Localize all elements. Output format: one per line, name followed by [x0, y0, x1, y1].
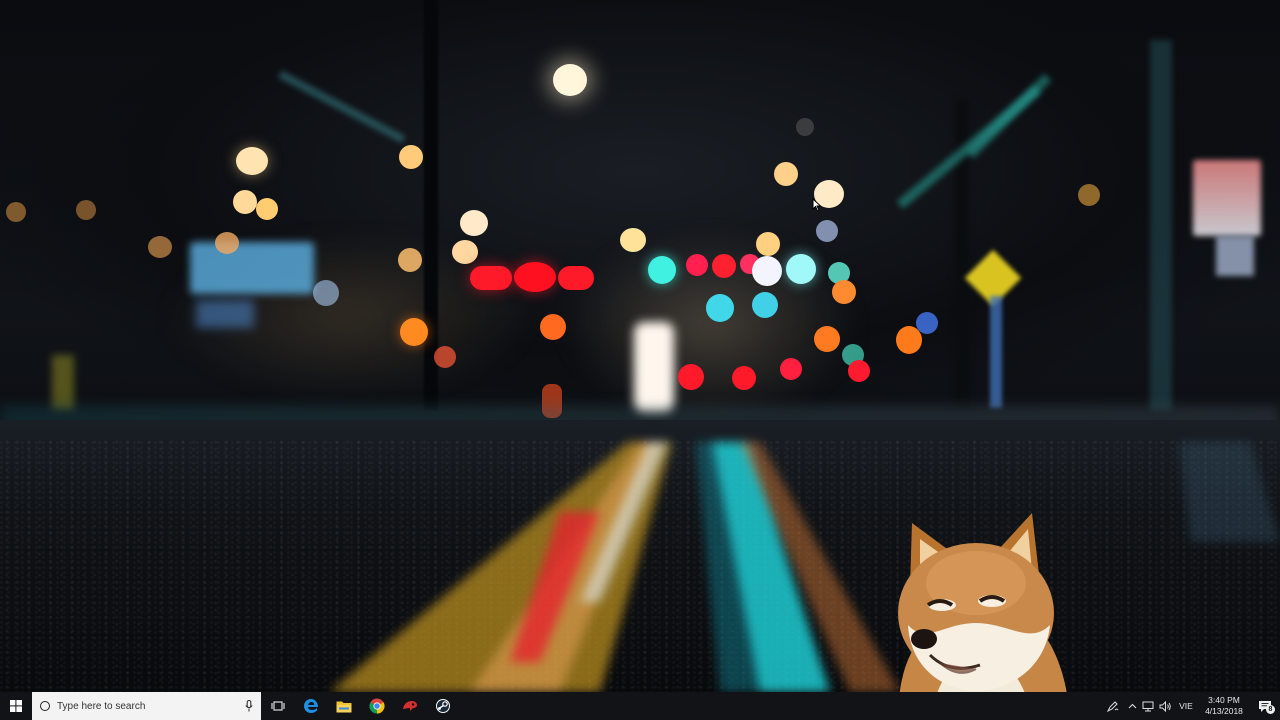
bokeh-light	[452, 240, 478, 264]
file-explorer-icon	[336, 701, 351, 712]
input-language-indicator[interactable]: VIE	[1174, 692, 1198, 720]
red-app-icon	[402, 701, 417, 711]
cortana-circle-icon	[40, 701, 50, 711]
bokeh-light	[256, 198, 278, 220]
search-box[interactable]: Type here to search	[32, 692, 261, 720]
bokeh-light	[678, 364, 704, 390]
red-white-sign	[1193, 160, 1261, 236]
bokeh-light	[558, 266, 594, 290]
chrome-button[interactable]	[360, 692, 393, 720]
bokeh-light	[553, 64, 587, 96]
bokeh-light	[732, 366, 756, 390]
bokeh-light	[706, 294, 734, 322]
show-hidden-icons-button[interactable]	[1124, 692, 1140, 720]
bokeh-light	[148, 236, 172, 258]
street-pole	[1150, 40, 1172, 410]
pen-workspace-button[interactable]	[1102, 692, 1124, 720]
red-app-button[interactable]	[393, 692, 426, 720]
doge-image	[898, 513, 1067, 692]
haze-center	[560, 230, 860, 420]
overhead-wire	[966, 73, 1052, 159]
bokeh-light	[848, 360, 870, 382]
sign-post	[990, 296, 1002, 408]
clock-date: 4/13/2018	[1205, 706, 1243, 716]
pen-workspace-icon	[1107, 701, 1119, 712]
bokeh-light	[460, 210, 488, 236]
bokeh-light	[814, 326, 840, 352]
mouse-cursor-icon	[812, 198, 822, 212]
bokeh-light	[756, 232, 780, 256]
bokeh-light	[236, 147, 268, 175]
bokeh-light	[540, 314, 566, 340]
bokeh-light	[233, 190, 257, 214]
bokeh-light	[774, 162, 798, 186]
bokeh-light	[648, 256, 676, 284]
bokeh-light	[786, 254, 816, 284]
taskbar: Type here to search VIE 3:40 PM 4/13/201…	[0, 692, 1280, 720]
bokeh-light	[313, 280, 339, 306]
street-pole	[424, 0, 438, 410]
action-center-button[interactable]: 8	[1250, 692, 1280, 720]
bokeh-light	[470, 266, 512, 290]
bright-light-column	[634, 322, 674, 412]
task-view-button[interactable]	[261, 692, 294, 720]
bokeh-light	[434, 346, 456, 368]
windows-logo-icon	[10, 700, 22, 712]
chrome-icon	[368, 698, 385, 714]
edge-icon	[303, 699, 318, 713]
bokeh-light	[796, 118, 814, 136]
network-button[interactable]	[1140, 692, 1156, 720]
notification-count-badge: 8	[1266, 705, 1275, 714]
steam-button[interactable]	[426, 692, 459, 720]
bokeh-light	[752, 256, 782, 286]
speaker-icon	[1159, 700, 1171, 712]
bokeh-light	[752, 292, 778, 318]
sign-lower-panel	[1216, 236, 1254, 276]
bokeh-light	[916, 312, 938, 334]
bokeh-light	[816, 220, 838, 242]
steam-icon	[435, 699, 450, 713]
bokeh-light	[76, 200, 96, 220]
bokeh-light	[620, 228, 646, 252]
bokeh-light	[215, 232, 239, 254]
overhead-wire	[278, 70, 406, 144]
edge-button[interactable]	[294, 692, 327, 720]
road-reflection	[330, 442, 1280, 692]
clock[interactable]: 3:40 PM 4/13/2018	[1198, 692, 1250, 720]
bokeh-light	[400, 318, 428, 346]
microphone-icon[interactable]	[245, 700, 253, 712]
bokeh-light	[780, 358, 802, 380]
chevron-up-icon	[1128, 703, 1136, 709]
bokeh-light	[1078, 184, 1100, 206]
bokeh-light	[6, 202, 26, 222]
clock-time: 3:40 PM	[1208, 695, 1240, 705]
bokeh-light	[514, 262, 556, 292]
bokeh-light	[832, 280, 856, 304]
task-view-icon	[270, 701, 285, 711]
file-explorer-button[interactable]	[327, 692, 360, 720]
blue-billboard	[190, 242, 314, 294]
bokeh-light	[686, 254, 708, 276]
volume-button[interactable]	[1156, 692, 1174, 720]
start-button[interactable]	[0, 692, 32, 720]
desktop-wallpaper[interactable]	[0, 0, 1280, 692]
bokeh-light	[399, 145, 423, 169]
bokeh-light	[712, 254, 736, 278]
network-icon	[1142, 701, 1154, 711]
system-tray: VIE 3:40 PM 4/13/2018 8	[1102, 692, 1280, 720]
search-placeholder[interactable]: Type here to search	[57, 701, 245, 712]
blue-sign-lower	[196, 300, 254, 328]
bokeh-light	[398, 248, 422, 272]
